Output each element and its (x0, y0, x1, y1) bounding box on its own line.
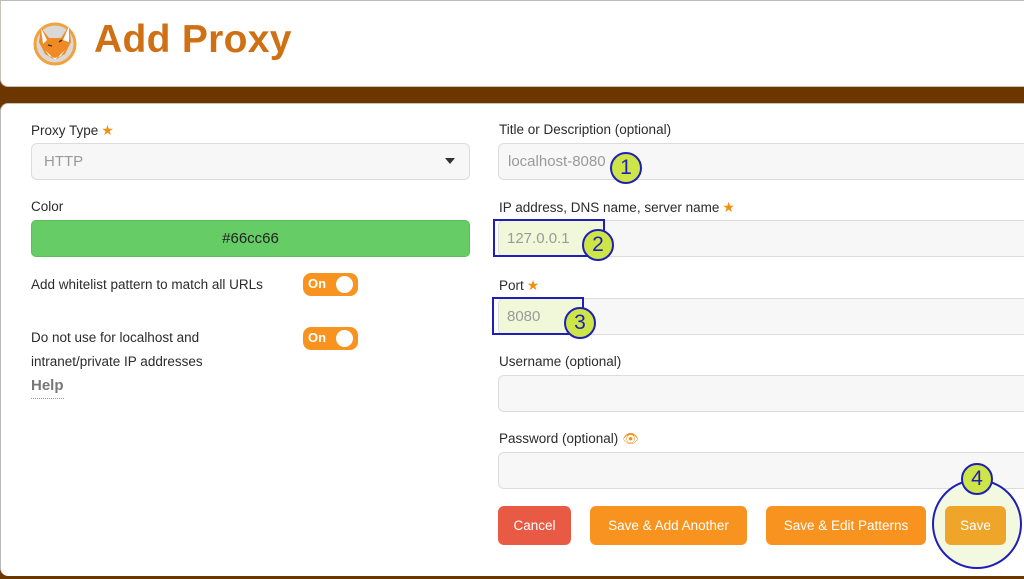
username-label: Username (optional) (499, 354, 622, 369)
proxy-type-value: HTTP (44, 153, 84, 170)
title-label: Title or Description (optional) (499, 122, 672, 137)
star-icon: ★ (722, 199, 735, 215)
eye-icon[interactable]: 👁 (622, 431, 639, 446)
proxy-type-label: Proxy Type ★ (31, 122, 114, 139)
color-label: Color (31, 199, 64, 214)
whitelist-toggle[interactable]: On (303, 273, 358, 296)
port-label: Port ★ (499, 277, 539, 294)
annotation-badge-4: 4 (961, 463, 993, 495)
save-add-another-button[interactable]: Save & Add Another (590, 506, 747, 545)
toggle-state: On (308, 330, 327, 345)
page-title: Add Proxy (94, 18, 292, 61)
address-placeholder-overlay: 127.0.0.1 (507, 230, 570, 247)
star-icon: ★ (526, 277, 540, 293)
help-link[interactable]: Help (31, 377, 64, 399)
proxy-type-label-text: Proxy Type (31, 123, 99, 138)
address-label: IP address, DNS name, server name ★ (499, 199, 735, 216)
toggle-knob (336, 276, 353, 293)
port-placeholder-overlay: 8080 (507, 308, 541, 325)
title-placeholder: localhost-8080 (508, 153, 606, 170)
localhost-label-line1: Do not use for localhost and (31, 330, 200, 345)
star-icon: ★ (101, 122, 114, 138)
page-header: Add Proxy (0, 0, 1024, 87)
proxy-type-select[interactable]: HTTP (31, 143, 470, 180)
fox-icon (33, 22, 77, 66)
port-label-text: Port (499, 278, 524, 293)
address-label-text: IP address, DNS name, server name (499, 200, 720, 215)
cancel-button[interactable]: Cancel (498, 506, 571, 545)
toggle-knob (336, 330, 353, 347)
caret-down-icon (445, 158, 455, 164)
save-edit-patterns-button[interactable]: Save & Edit Patterns (766, 506, 926, 545)
whitelist-label: Add whitelist pattern to match all URLs (31, 277, 263, 292)
color-picker[interactable]: #66cc66 (31, 220, 470, 257)
annotation-badge-1: 1 (610, 152, 642, 184)
annotation-badge-3: 3 (564, 307, 596, 339)
password-label: Password (optional) 👁 (499, 431, 639, 447)
password-input[interactable] (498, 452, 1024, 489)
username-input[interactable] (498, 375, 1024, 412)
title-input[interactable]: localhost-8080 (498, 143, 1024, 180)
annotation-badge-2: 2 (582, 229, 614, 261)
localhost-toggle[interactable]: On (303, 327, 358, 350)
localhost-label-line2: intranet/private IP addresses (31, 354, 203, 369)
toggle-state: On (308, 276, 327, 291)
save-button[interactable]: Save (945, 506, 1006, 545)
password-label-text: Password (optional) (499, 431, 619, 446)
